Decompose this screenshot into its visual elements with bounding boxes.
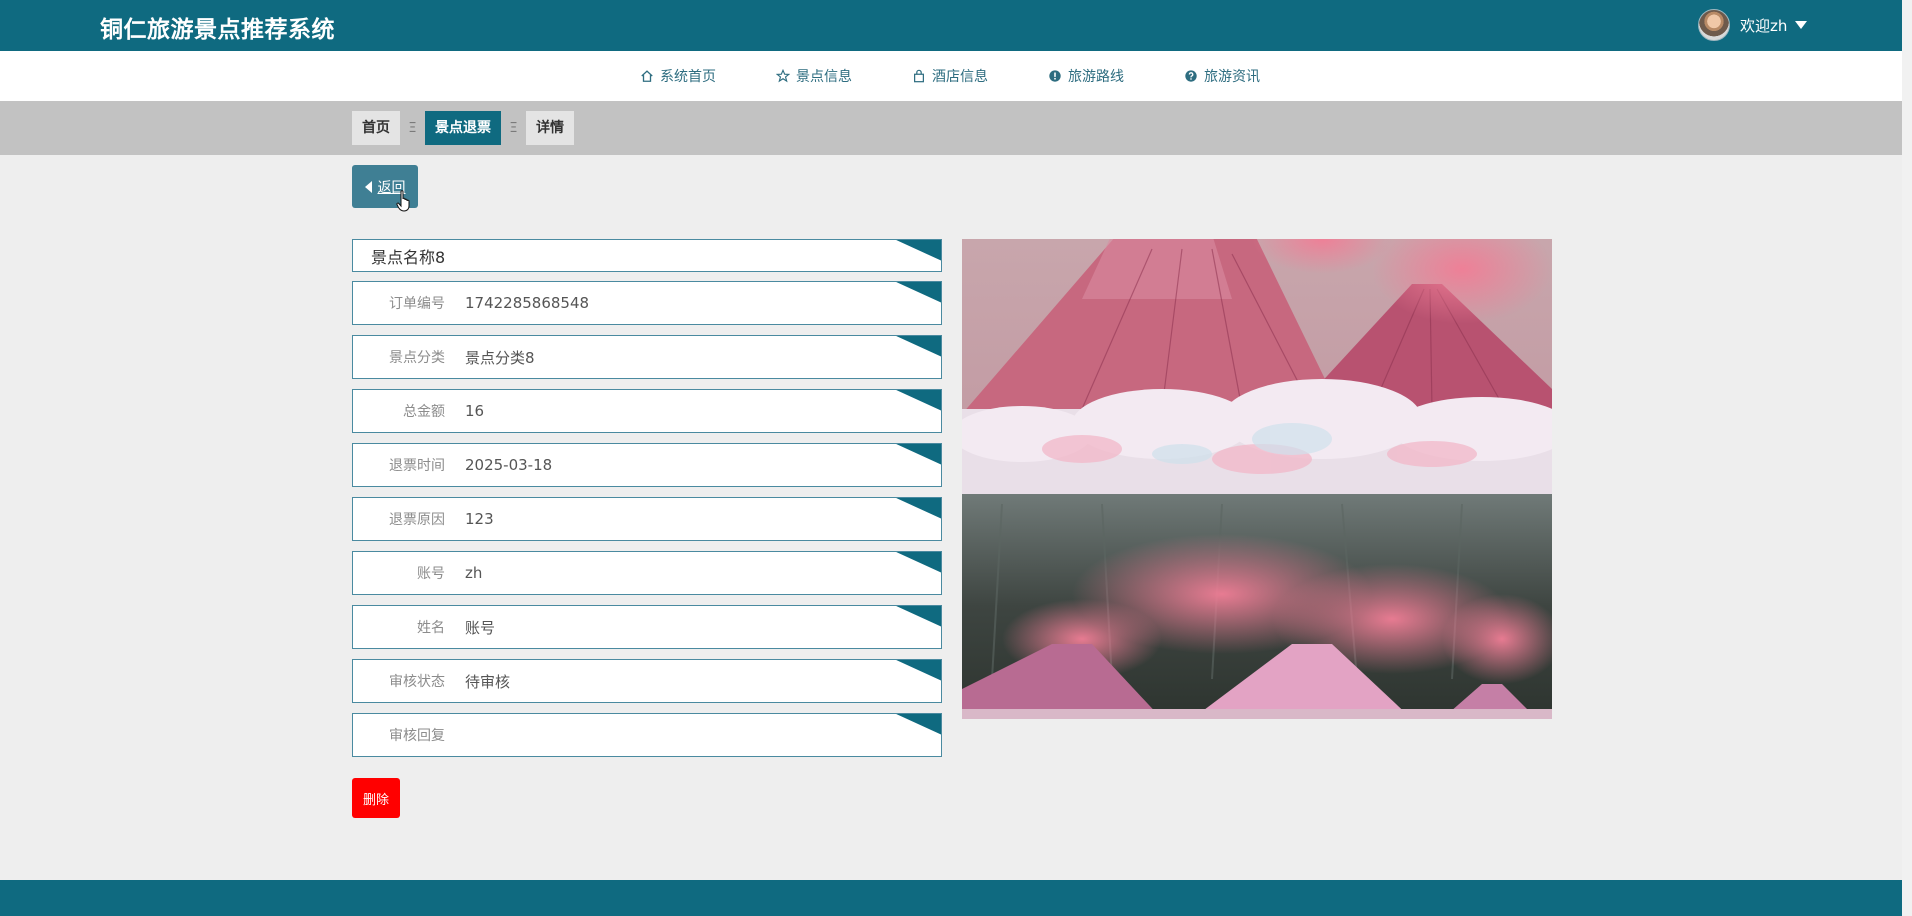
breadcrumb-separator: Ξ — [509, 120, 518, 136]
field-value: 2025-03-18 — [465, 456, 553, 474]
corner-decoration — [894, 390, 941, 411]
corner-decoration — [894, 606, 941, 627]
field-value: 景点分类8 — [465, 348, 535, 367]
detail-field-row: 景点分类 景点分类8 — [352, 335, 942, 379]
home-icon — [641, 70, 653, 82]
nav-label: 景点信息 — [796, 69, 852, 85]
field-label: 审核回复 — [389, 728, 445, 744]
nav-label: 系统首页 — [660, 69, 716, 85]
field-label: 姓名 — [417, 620, 445, 636]
field-label: 退票时间 — [389, 458, 445, 474]
corner-decoration — [894, 714, 941, 735]
detail-field-row: 总金额 16 — [352, 389, 942, 433]
detail-panel: 景点名称8 订单编号 1742285868548 景点分类 景点分类8 总金额 16 退票时… — [352, 239, 942, 767]
field-value: 待审核 — [465, 672, 511, 691]
corner-decoration — [894, 660, 941, 681]
field-label: 总金额 — [403, 404, 445, 420]
breadcrumb: 首页 Ξ 景点退票 Ξ 详情 — [0, 101, 1902, 155]
detail-title-row: 景点名称8 — [352, 239, 942, 272]
attraction-name: 景点名称8 — [371, 247, 446, 267]
detail-field-row: 退票原因 123 — [352, 497, 942, 541]
nav-item-hotels[interactable]: 酒店信息 — [912, 66, 988, 86]
detail-field-row: 审核回复 — [352, 713, 942, 757]
info-circle-icon — [1049, 70, 1061, 82]
avatar[interactable] — [1698, 9, 1730, 41]
nav-label: 旅游路线 — [1068, 69, 1124, 85]
caret-left-icon — [364, 180, 372, 193]
footer — [0, 880, 1902, 916]
user-greeting[interactable]: 欢迎zh — [1740, 15, 1787, 36]
breadcrumb-home[interactable]: 首页 — [352, 111, 400, 145]
field-label: 退票原因 — [389, 512, 445, 528]
nav-item-attractions[interactable]: 景点信息 — [776, 66, 852, 86]
corner-decoration — [894, 240, 941, 261]
field-value: 账号 — [465, 618, 496, 637]
field-value: 123 — [465, 510, 494, 528]
pointer-cursor-icon — [396, 190, 410, 212]
attraction-photo — [962, 239, 1552, 719]
breadcrumb-refund[interactable]: 景点退票 — [425, 111, 501, 145]
detail-field-row: 退票时间 2025-03-18 — [352, 443, 942, 487]
corner-decoration — [894, 444, 941, 465]
corner-decoration — [894, 336, 941, 357]
nav-label: 酒店信息 — [932, 69, 988, 85]
corner-decoration — [894, 282, 941, 303]
app-title: 铜仁旅游景点推荐系统 — [100, 17, 335, 43]
nav-item-routes[interactable]: 旅游路线 — [1048, 66, 1124, 86]
help-circle-icon — [1185, 70, 1197, 82]
detail-field-row: 订单编号 1742285868548 — [352, 281, 942, 325]
nav-item-news[interactable]: 旅游资讯 — [1184, 66, 1260, 86]
detail-field-row: 姓名 账号 — [352, 605, 942, 649]
top-header: 铜仁旅游景点推荐系统 欢迎zh — [0, 0, 1902, 51]
scrollbar[interactable] — [1902, 0, 1912, 916]
nav-label: 旅游资讯 — [1204, 69, 1260, 85]
breadcrumb-separator: Ξ — [408, 120, 417, 136]
detail-field-row: 审核状态 待审核 — [352, 659, 942, 703]
field-label: 账号 — [417, 566, 445, 582]
field-value: 1742285868548 — [465, 294, 590, 312]
corner-decoration — [894, 498, 941, 519]
field-label: 景点分类 — [389, 350, 445, 366]
shopping-bag-icon — [914, 69, 924, 83]
detail-field-row: 账号 zh — [352, 551, 942, 595]
field-label: 订单编号 — [389, 296, 445, 312]
field-value: zh — [465, 564, 483, 582]
nav-item-home[interactable]: 系统首页 — [640, 66, 716, 86]
star-icon — [776, 69, 790, 83]
field-label: 审核状态 — [389, 674, 445, 690]
user-menu[interactable]: 欢迎zh — [1698, 9, 1808, 41]
delete-button[interactable]: 删除 — [352, 778, 400, 818]
field-value: 16 — [465, 402, 485, 420]
main-nav: 系统首页 景点信息 酒店信息 旅游路线 旅游资讯 — [0, 51, 1902, 101]
breadcrumb-detail[interactable]: 详情 — [526, 111, 574, 145]
caret-down-icon[interactable] — [1795, 21, 1808, 29]
corner-decoration — [894, 552, 941, 573]
